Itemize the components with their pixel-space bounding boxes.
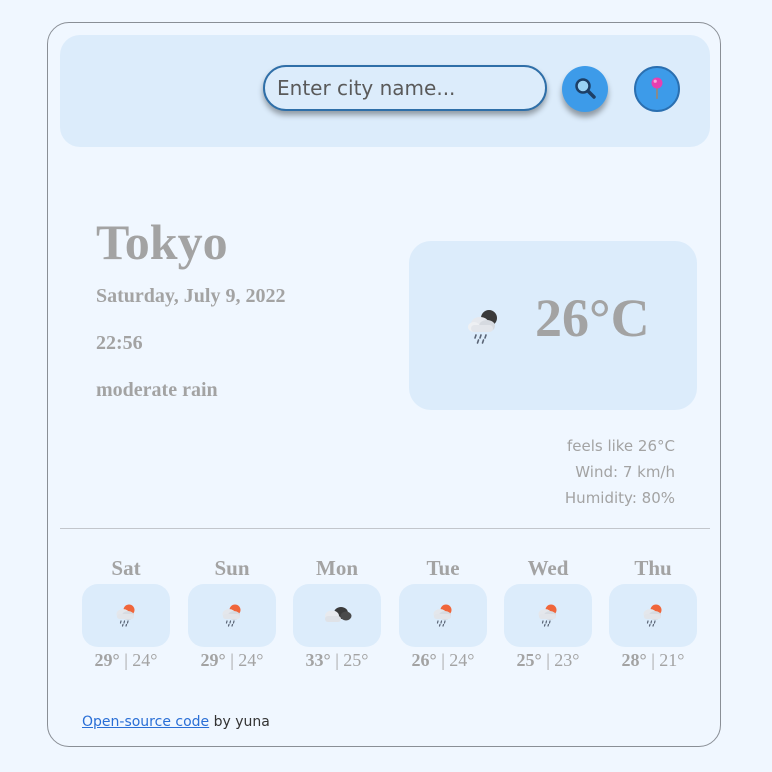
temp-separator: | (436, 650, 450, 670)
forecast-high: 29° (200, 650, 226, 670)
forecast-day-wed: Wed 25° | 23° (504, 555, 592, 671)
forecast-low: 25° (343, 650, 369, 670)
humidity-text: Humidity: 80% (564, 489, 675, 507)
forecast-temps: 29° | 24° (188, 650, 276, 671)
forecast-day-name: Tue (426, 556, 460, 580)
rain-day-icon (535, 601, 561, 631)
forecast-day-name: Sun (214, 556, 250, 580)
forecast-day-tue: Tue 26° | 24° (399, 555, 487, 671)
forecast-temps: 28° | 21° (609, 650, 697, 671)
forecast-low: 23° (554, 650, 580, 670)
forecast-day-sun: Sun 29° | 24° (188, 555, 276, 671)
city-name: Tokyo (96, 214, 228, 270)
weather-app-card: Tokyo Saturday, July 9, 2022 22:56 moder… (47, 22, 721, 747)
forecast-day-thu: Thu 28° | 21° (609, 555, 697, 671)
forecast-temps: 25° | 23° (504, 650, 592, 671)
forecast-icon-box (609, 584, 697, 647)
forecast-low: 24° (132, 650, 158, 670)
forecast-icon-box (188, 584, 276, 647)
temp-separator: | (119, 650, 133, 670)
forecast-day-sat: Sat 29° | 24° (82, 555, 170, 671)
rain-day-icon (640, 601, 666, 631)
forecast-high: 28° (621, 650, 647, 670)
feels-like-text: feels like 26°C (566, 437, 675, 455)
forecast-icon-box (82, 584, 170, 647)
current-weather-panel: 26°C (409, 241, 697, 410)
magnifier-icon (573, 76, 597, 103)
forecast-low: 24° (449, 650, 475, 670)
rain-day-icon (430, 601, 456, 631)
forecast-day-name: Mon (316, 556, 358, 580)
location-pin-icon (647, 75, 667, 104)
forecast-day-name: Sat (111, 556, 141, 580)
forecast-icon-box (399, 584, 487, 647)
temp-separator: | (225, 650, 239, 670)
current-location-button[interactable] (634, 66, 680, 112)
forecast-temps: 26° | 24° (399, 650, 487, 671)
forecast-day-mon: Mon 33° | 25° (293, 555, 381, 671)
cloudy-icon (321, 602, 353, 630)
forecast-day-name: Thu (634, 556, 672, 580)
forecast-icon-box (293, 584, 381, 647)
current-time: 22:56 (96, 332, 143, 354)
city-search-input[interactable] (263, 65, 547, 111)
forecast-high: 33° (305, 650, 331, 670)
rain-night-icon (465, 307, 505, 349)
rain-day-icon (113, 601, 139, 631)
weather-description: moderate rain (96, 379, 218, 401)
footer-credit: Open-source code by yuna (82, 714, 270, 730)
search-button[interactable] (562, 66, 608, 112)
current-temperature: 26°C (535, 288, 650, 348)
forecast-low: 21° (659, 650, 685, 670)
wind-text: Wind: 7 km/h (575, 463, 675, 481)
forecast-day-name: Wed (527, 556, 569, 580)
search-header (60, 35, 710, 147)
author-credit: by yuna (209, 714, 270, 730)
forecast-temps: 33° | 25° (293, 650, 381, 671)
open-source-link[interactable]: Open-source code (82, 714, 209, 730)
forecast-high: 26° (411, 650, 437, 670)
current-date: Saturday, July 9, 2022 (96, 285, 286, 307)
temp-separator: | (330, 650, 344, 670)
section-divider (60, 528, 710, 529)
forecast-high: 29° (94, 650, 120, 670)
forecast-temps: 29° | 24° (82, 650, 170, 671)
forecast-high: 25° (516, 650, 542, 670)
temp-separator: | (646, 650, 660, 670)
forecast-low: 24° (238, 650, 264, 670)
forecast-icon-box (504, 584, 592, 647)
rain-day-icon (219, 601, 245, 631)
temp-separator: | (541, 650, 555, 670)
